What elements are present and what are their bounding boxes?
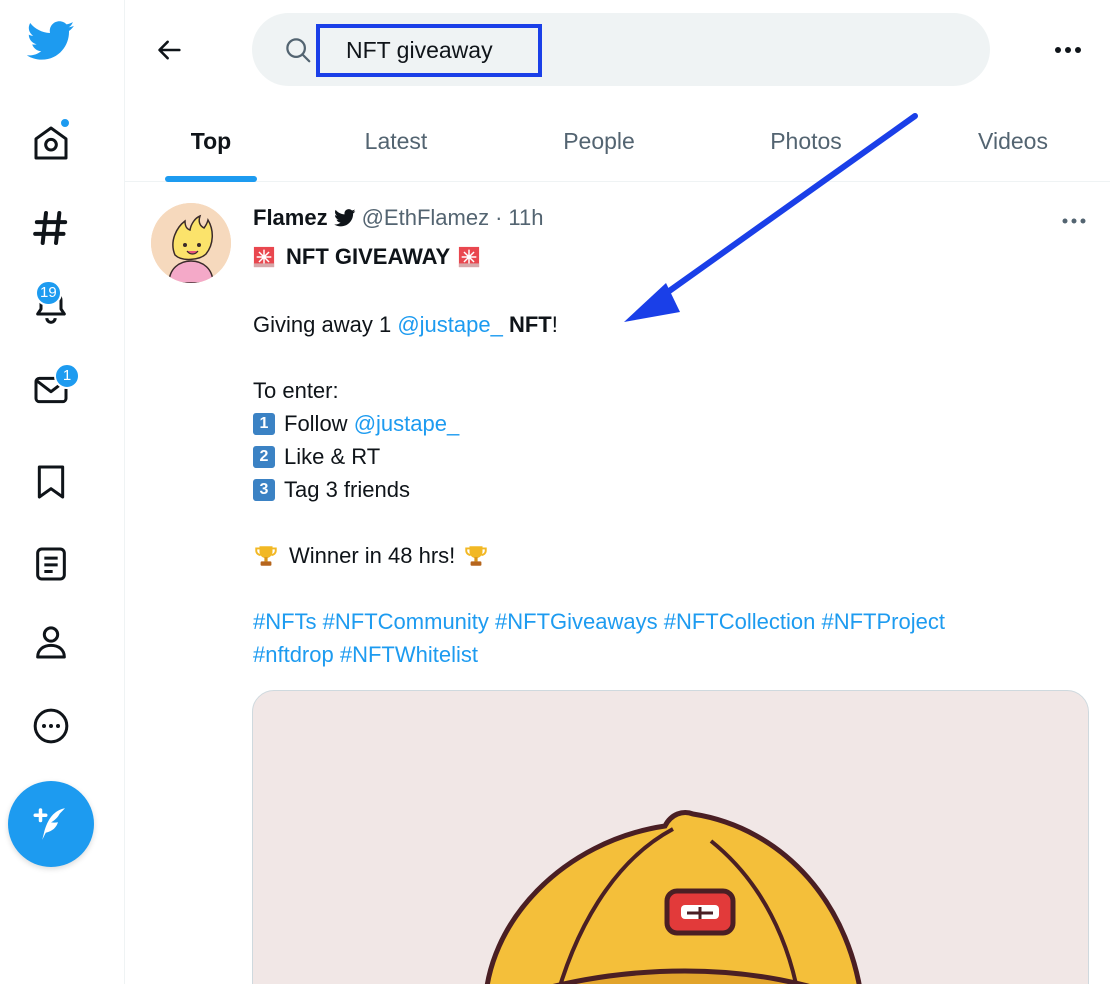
- sidebar-nav: 19 1: [0, 0, 125, 984]
- nav-bookmarks[interactable]: [15, 446, 87, 518]
- step-text: Tag 3 friends: [284, 477, 410, 502]
- keycap-icon: 3: [253, 479, 275, 501]
- nav-more[interactable]: [15, 690, 87, 762]
- twitter-logo[interactable]: [15, 5, 87, 77]
- header-separator: ·: [495, 205, 503, 230]
- to-enter-label: To enter:: [253, 378, 339, 403]
- list-icon: [36, 547, 66, 581]
- ellipsis-icon: [1062, 218, 1086, 224]
- bookmark-icon: [37, 465, 65, 499]
- winner-line: Winner in 48 hrs!: [253, 543, 489, 569]
- winner-text: Winner in 48 hrs!: [289, 543, 456, 568]
- hashtag-icon: [33, 211, 68, 245]
- nav-notifications[interactable]: 19: [15, 268, 87, 340]
- hashtags-line[interactable]: #NFTs #NFTCommunity #NFTGiveaways #NFTCo…: [253, 609, 945, 635]
- notifications-badge: 19: [35, 280, 62, 306]
- tweet-header: Flamez @EthFlamez · 11h: [253, 205, 543, 231]
- siren-icon: [253, 246, 275, 268]
- tab-people[interactable]: People: [543, 100, 655, 182]
- trophy-icon: [465, 546, 488, 566]
- nav-home[interactable]: [15, 107, 87, 179]
- tweet-media-image[interactable]: [252, 690, 1089, 984]
- home-icon: [34, 126, 68, 160]
- compose-tweet-button[interactable]: [8, 781, 94, 867]
- tab-latest[interactable]: Latest: [337, 100, 455, 182]
- flame-character-avatar: [151, 203, 231, 283]
- keycap-icon: 1: [253, 413, 275, 435]
- search-tabs: Top Latest People Photos Videos: [125, 100, 1110, 182]
- siren-icon: [459, 246, 480, 268]
- twitter-bird-icon: [27, 21, 75, 60]
- messages-badge: 1: [54, 363, 80, 389]
- search-input[interactable]: [316, 24, 542, 77]
- active-tab-indicator: [165, 176, 257, 182]
- back-button[interactable]: [146, 26, 194, 74]
- tweet-body-line: Giving away 1 @justape_ NFT!: [253, 312, 558, 338]
- trophy-icon: [255, 546, 277, 566]
- giving-text: Giving away 1: [253, 312, 392, 337]
- bird-badge-icon: [333, 209, 356, 227]
- mention-link[interactable]: @justape_: [354, 411, 460, 437]
- nav-explore[interactable]: [15, 192, 87, 264]
- tab-top[interactable]: Top: [165, 100, 257, 182]
- step-text: Follow: [284, 411, 348, 436]
- nav-lists[interactable]: [15, 528, 87, 600]
- home-unread-dot: [59, 117, 71, 129]
- more-circle-icon: [33, 708, 69, 744]
- tweet-timestamp[interactable]: 11h: [508, 205, 543, 231]
- step-item: 1 Follow @justape_: [253, 411, 459, 437]
- step-item: 3 Tag 3 friends: [253, 477, 410, 503]
- search-icon: [286, 38, 311, 63]
- tab-videos[interactable]: Videos: [955, 100, 1071, 182]
- nav-messages[interactable]: 1: [15, 354, 87, 426]
- mention-link[interactable]: @justape_: [397, 312, 503, 338]
- keycap-icon: 2: [253, 446, 275, 468]
- author-name[interactable]: Flamez: [253, 205, 328, 231]
- hashtags-line[interactable]: #nftdrop #NFTWhitelist: [253, 642, 478, 668]
- tab-photos[interactable]: Photos: [747, 100, 865, 182]
- headline-text: NFT GIVEAWAY: [286, 244, 451, 269]
- person-icon: [36, 626, 66, 659]
- step-text: Like & RT: [284, 444, 381, 469]
- author-handle[interactable]: @EthFlamez: [362, 205, 489, 231]
- cap-illustration: [484, 810, 862, 984]
- ellipsis-icon: [1055, 47, 1081, 53]
- author-avatar[interactable]: [151, 203, 231, 283]
- exclaim-text: !: [551, 312, 558, 337]
- compose-icon: [33, 808, 65, 840]
- tweet-more-button[interactable]: [1054, 206, 1094, 236]
- nav-profile[interactable]: [15, 606, 87, 678]
- header-more-button[interactable]: [1048, 30, 1088, 70]
- nft-bold-text: NFT: [508, 312, 552, 337]
- step-item: 2 Like & RT: [253, 444, 380, 470]
- arrow-left-icon: [158, 40, 181, 60]
- tweet-headline: NFT GIVEAWAY: [253, 244, 480, 270]
